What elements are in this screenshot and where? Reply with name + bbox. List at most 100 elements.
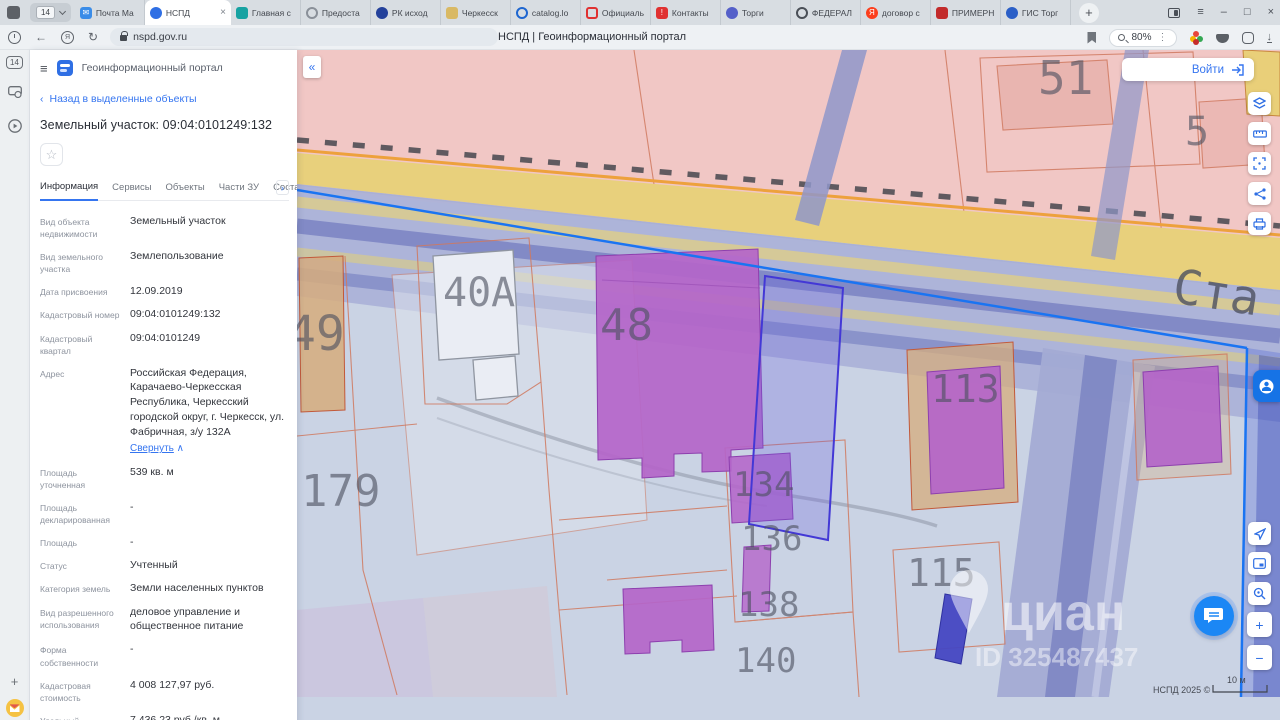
map-parcel-label: 113 xyxy=(931,367,1000,411)
browser-tab[interactable]: Торги × xyxy=(721,0,791,25)
field-value: 7 436,23 руб./кв. м ∧ xyxy=(130,713,220,720)
browser-tab[interactable]: Я договор с × xyxy=(861,0,931,25)
tab-label: Черкесск xyxy=(461,7,498,18)
lock-icon xyxy=(120,31,129,41)
browser-tab[interactable]: НСПД × xyxy=(144,0,231,25)
panel-tab[interactable]: Сервисы xyxy=(112,177,151,200)
browser-tab[interactable]: Официаль × xyxy=(581,0,651,25)
svg-text:ID 325487437: ID 325487437 xyxy=(975,642,1138,672)
tab-counter-badge[interactable]: 14 xyxy=(6,56,23,69)
tabs-scroll-right-button[interactable]: › xyxy=(276,180,289,195)
menu-icon[interactable]: ≡ xyxy=(40,61,48,76)
favorite-button[interactable]: ☆ xyxy=(40,143,63,166)
field-value: Учтенный ∧ xyxy=(130,559,178,572)
field-value: 4 008 127,97 руб. ∧ xyxy=(130,678,215,691)
tab-favicon-icon xyxy=(1005,6,1018,19)
reload-icon[interactable]: ↻ xyxy=(88,31,98,43)
minimize-icon[interactable]: – xyxy=(1221,7,1227,18)
tab-label: ГИС Торг xyxy=(1021,7,1059,18)
browser-tab[interactable]: ФЕДЕРАЛ × xyxy=(791,0,861,25)
side-panel-icon[interactable] xyxy=(1168,7,1181,18)
cadastral-map[interactable]: 514940А48113179 1341361151381405 Ста циан… xyxy=(297,50,1280,698)
zoom-control[interactable]: 80% ⋮ xyxy=(1109,28,1177,47)
chat-button[interactable] xyxy=(1194,596,1234,636)
pinned-tab[interactable] xyxy=(0,0,26,25)
browser-tab[interactable]: Главная с × xyxy=(231,0,301,25)
tab-group-chip[interactable]: 14 xyxy=(30,3,71,22)
panel-header: ≡ Геоинформационный портал xyxy=(40,60,289,76)
history-icon[interactable] xyxy=(8,30,21,44)
field-row: Вид разрешенного использования деловое у… xyxy=(40,605,289,634)
info-panel: ≡ Геоинформационный портал ‹ Назад в выд… xyxy=(30,50,297,720)
panorama-icon xyxy=(1259,379,1274,393)
add-panel-icon[interactable]: + xyxy=(11,674,19,689)
yandex-mail-icon[interactable] xyxy=(5,699,24,718)
coordinate-search-button[interactable] xyxy=(1248,582,1271,605)
app-title: Геоинформационный портал xyxy=(81,62,223,74)
browser-tab[interactable]: catalog.lo × xyxy=(511,0,581,25)
select-area-button[interactable] xyxy=(1248,152,1271,175)
browser-tab[interactable]: Предоста × xyxy=(301,0,371,25)
screenshot-icon[interactable] xyxy=(7,85,22,103)
geolocation-button[interactable] xyxy=(1248,522,1271,545)
panel-tab[interactable]: Объекты xyxy=(166,177,205,200)
profile-icon[interactable] xyxy=(1241,31,1254,44)
browser-tab[interactable]: ! Контакты × xyxy=(651,0,721,25)
field-value: деловое управление и общественное питани… xyxy=(130,605,244,633)
svg-text:10 м: 10 м xyxy=(1227,675,1246,685)
printer-icon xyxy=(1253,217,1266,230)
browser-tab[interactable]: ✉ Почта Ма × xyxy=(75,0,145,25)
zoom-level: 80% xyxy=(1131,32,1152,43)
yandex-icon[interactable]: Я xyxy=(61,30,74,44)
tab-close-icon[interactable]: × xyxy=(220,7,226,18)
back-icon[interactable]: ← xyxy=(35,31,47,43)
tinted-parcel xyxy=(423,586,557,697)
share-button[interactable] xyxy=(1248,182,1271,205)
browser-tab[interactable]: РК исход × xyxy=(371,0,441,25)
chat-icon xyxy=(1204,608,1223,623)
tab-label: НСПД xyxy=(165,7,191,18)
download-icon[interactable]: ↓ xyxy=(1266,32,1272,43)
tab-label: Почта Ма xyxy=(95,7,134,18)
new-tab-button[interactable]: + xyxy=(1078,2,1099,23)
browser-menu-icon[interactable]: ≡ xyxy=(1197,7,1203,18)
back-link[interactable]: ‹ Назад в выделенные объекты xyxy=(40,93,289,105)
browser-tab[interactable]: ПРИМЕРН × xyxy=(931,0,1001,25)
panel-tab[interactable]: Части ЗУ xyxy=(219,177,259,200)
browser-side-strip: 14 + ⋯ xyxy=(0,50,30,720)
pinned-tab-icon xyxy=(6,6,20,19)
login-button[interactable]: Войти xyxy=(1122,58,1254,81)
tab-favicon-icon xyxy=(149,6,162,19)
browser-tab[interactable]: ГИС Торг × xyxy=(1001,0,1071,25)
tab-label: Контакты xyxy=(671,7,709,18)
zoom-out-button[interactable]: − xyxy=(1247,645,1272,670)
measure-button[interactable] xyxy=(1248,122,1271,145)
play-icon[interactable] xyxy=(7,119,22,138)
more-icon[interactable]: ⋮ xyxy=(1158,32,1168,43)
tab-label: Главная с xyxy=(251,7,291,18)
map-area[interactable]: 51 49 40А 48 113 179 134 136 115 138 140 5 Ста циан… xyxy=(297,50,1280,720)
panel-collapse-button[interactable]: « xyxy=(303,56,321,78)
minimap-button[interactable] xyxy=(1248,552,1271,575)
field-row: Статус Учтенный ∧ xyxy=(40,558,289,573)
extension-flower-icon[interactable] xyxy=(1189,31,1203,45)
restore-icon[interactable]: □ xyxy=(1244,7,1251,18)
print-button[interactable] xyxy=(1248,212,1271,235)
tab-favicon-icon xyxy=(305,6,318,19)
zoom-in-button[interactable]: + xyxy=(1247,612,1272,637)
layers-button[interactable] xyxy=(1248,92,1271,115)
shade-extension-icon[interactable] xyxy=(1215,34,1229,43)
tab-favicon-icon xyxy=(795,6,808,19)
address-bar[interactable]: nspd.gov.ru xyxy=(110,28,499,46)
close-icon[interactable]: × xyxy=(1268,7,1274,18)
panel-tab[interactable]: Информация xyxy=(40,176,99,201)
tab-favicon-icon: ✉ xyxy=(79,6,92,19)
tab-label: ПРИМЕРН xyxy=(951,7,995,18)
browser-tab[interactable]: Черкесск × xyxy=(441,0,511,25)
field-row: Категория земель Земли населенных пункто… xyxy=(40,581,289,596)
field-label: Площадь xyxy=(40,537,78,548)
field-label: Площадь уточненная xyxy=(40,467,86,490)
collapse-link[interactable]: Свернуть ∧ xyxy=(130,442,289,456)
bookmark-icon[interactable] xyxy=(1087,31,1097,44)
panorama-button[interactable] xyxy=(1253,370,1280,402)
